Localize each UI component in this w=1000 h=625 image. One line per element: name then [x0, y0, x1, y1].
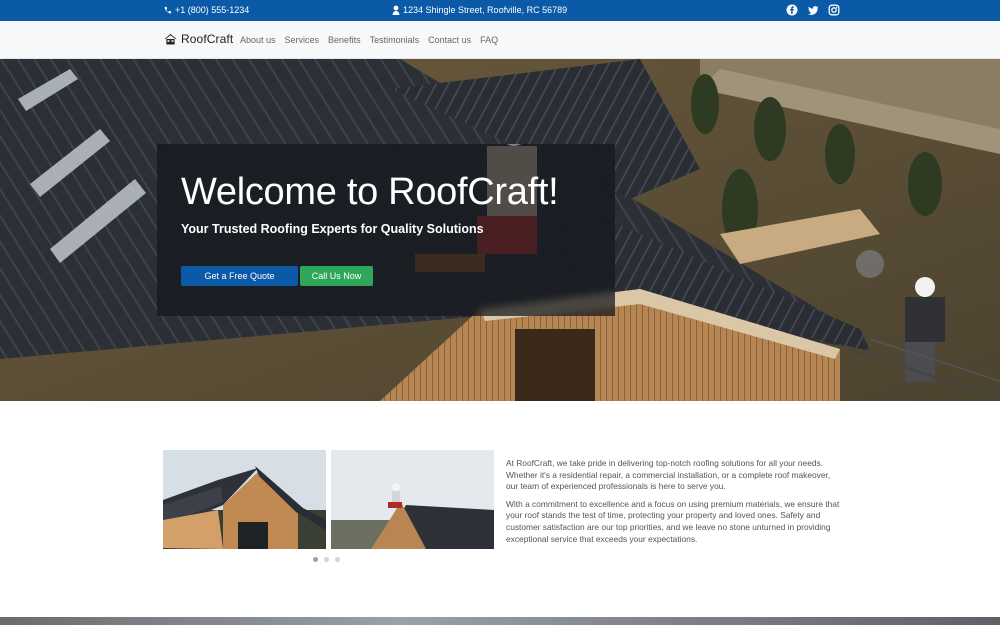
hero-section: Welcome to RoofCraft! Your Trusted Roofi…: [0, 59, 1000, 401]
contact-address: 1234 Shingle Street, Roofville, RC 56789: [392, 5, 567, 15]
top-bar: +1 (800) 555-1234 1234 Shingle Street, R…: [0, 0, 1000, 21]
about-description: At RoofCraft, we take pride in deliverin…: [506, 458, 840, 551]
hero-card: Welcome to RoofCraft! Your Trusted Roofi…: [157, 144, 615, 316]
instagram-icon[interactable]: [828, 4, 840, 16]
next-section-preview-image: [0, 617, 1000, 625]
phone-number: +1 (800) 555-1234: [175, 5, 250, 15]
call-us-now-button[interactable]: Call Us Now: [300, 266, 373, 286]
main-navigation: RoofCraft About us Services Benefits Tes…: [0, 21, 1000, 59]
brand-name: RoofCraft: [181, 32, 234, 46]
get-free-quote-button[interactable]: Get a Free Quote: [181, 266, 298, 286]
nav-item-contact-us[interactable]: Contact us: [428, 35, 471, 45]
nav-item-benefits[interactable]: Benefits: [328, 35, 361, 45]
carousel-dot-3[interactable]: [335, 557, 340, 562]
nav-item-services[interactable]: Services: [285, 35, 320, 45]
carousel-dot-2[interactable]: [324, 557, 329, 562]
contact-phone[interactable]: +1 (800) 555-1234: [163, 5, 249, 15]
twitter-icon[interactable]: [807, 4, 819, 16]
location-pin-icon: [392, 5, 400, 15]
facebook-icon[interactable]: [786, 4, 798, 16]
carousel-indicators: [313, 557, 340, 562]
house-photo-2: [331, 450, 494, 549]
social-links: [786, 4, 840, 16]
carousel-slide-2[interactable]: [331, 450, 494, 549]
carousel-dot-1[interactable]: [313, 557, 318, 562]
house-photo-1: [163, 450, 326, 549]
nav-item-faq[interactable]: FAQ: [480, 35, 498, 45]
carousel-slide-1[interactable]: [163, 450, 326, 549]
about-paragraph-2: With a commitment to excellence and a fo…: [506, 498, 840, 544]
about-paragraph-1: At RoofCraft, we take pride in deliverin…: [506, 458, 831, 492]
address-text: 1234 Shingle Street, Roofville, RC 56789: [403, 5, 568, 15]
about-section: At RoofCraft, we take pride in deliverin…: [0, 401, 1000, 617]
hero-title: Welcome to RoofCraft!: [181, 171, 559, 213]
phone-icon: [164, 6, 172, 13]
nav-item-testimonials[interactable]: Testimonials: [370, 35, 420, 45]
nav-item-about-us[interactable]: About us: [240, 35, 276, 45]
brand-logo-link[interactable]: RoofCraft: [164, 32, 233, 46]
hero-subtitle: Your Trusted Roofing Experts for Quality…: [181, 222, 484, 236]
roof-logo-icon: [164, 34, 177, 45]
nav-menu: About us Services Benefits Testimonials …: [240, 35, 498, 45]
